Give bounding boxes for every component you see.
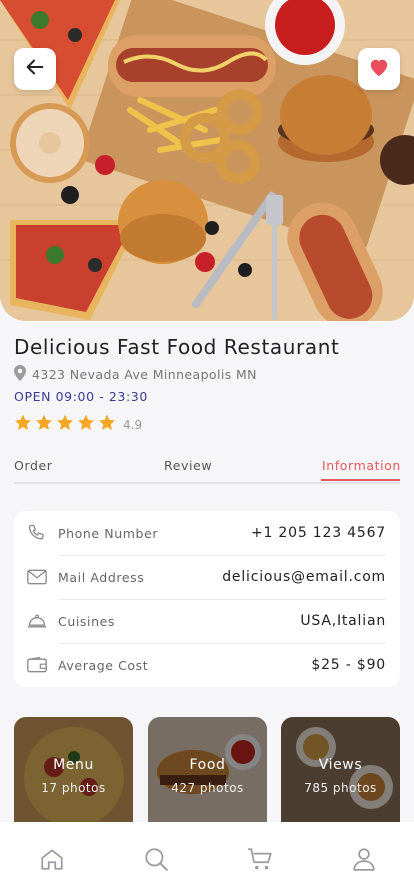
info-row-cuisines: Cuisines USA,Italian xyxy=(26,599,386,643)
opening-hours: OPEN 09:00 - 23:30 xyxy=(14,389,148,404)
location-pin-icon xyxy=(14,364,26,384)
info-label: Phone Number xyxy=(58,525,159,541)
tile-title: Views xyxy=(318,757,363,773)
arrow-left-icon xyxy=(24,56,46,82)
star-icon xyxy=(14,414,32,435)
info-value: +1 205 123 4567 xyxy=(250,525,386,541)
active-tab-indicator xyxy=(321,479,400,481)
hero-image xyxy=(0,0,414,321)
back-button[interactable] xyxy=(14,48,56,90)
tab-order[interactable]: Order xyxy=(14,458,53,473)
info-row-cost: Average Cost $25 - $90 xyxy=(26,643,386,687)
address-row: 4323 Nevada Ave Minneapolis MN xyxy=(14,364,257,384)
tile-count: 17 photos xyxy=(41,781,106,795)
info-value: USA,Italian xyxy=(300,613,386,629)
tile-count: 785 photos xyxy=(304,781,377,795)
tile-title: Food xyxy=(189,757,226,773)
phone-icon xyxy=(26,522,48,544)
address-text: 4323 Nevada Ave Minneapolis MN xyxy=(32,366,257,382)
info-row-phone[interactable]: Phone Number +1 205 123 4567 xyxy=(26,511,386,555)
photo-tile-food[interactable]: Food 427 photos xyxy=(148,717,267,827)
tab-bar: Order Review Information xyxy=(14,456,400,484)
star-icon xyxy=(35,414,53,435)
info-row-mail[interactable]: Mail Address delicious@email.com xyxy=(26,555,386,599)
tab-information[interactable]: Information xyxy=(322,458,401,473)
photo-tile-menu[interactable]: Menu 17 photos xyxy=(14,717,133,827)
heart-icon xyxy=(368,57,390,81)
photo-tile-views[interactable]: Views 785 photos xyxy=(281,717,400,827)
tile-count: 427 photos xyxy=(171,781,244,795)
mail-icon xyxy=(26,566,48,588)
info-value: delicious@email.com xyxy=(222,569,386,585)
star-icon xyxy=(77,414,95,435)
rating: 4.9 xyxy=(14,414,142,435)
info-value: $25 - $90 xyxy=(311,657,386,673)
favorite-button[interactable] xyxy=(358,48,400,90)
star-icon xyxy=(98,414,116,435)
star-icon xyxy=(56,414,74,435)
rating-value: 4.9 xyxy=(123,417,143,432)
info-card: Phone Number +1 205 123 4567 Mail Addres… xyxy=(14,511,400,687)
info-label: Cuisines xyxy=(58,613,116,629)
tile-title: Menu xyxy=(53,757,94,773)
info-label: Mail Address xyxy=(58,569,145,585)
home-icon[interactable] xyxy=(39,846,65,872)
restaurant-name: Delicious Fast Food Restaurant xyxy=(14,335,340,359)
search-icon[interactable] xyxy=(143,846,169,872)
info-label: Average Cost xyxy=(58,657,149,673)
cart-icon[interactable] xyxy=(247,846,273,872)
profile-icon[interactable] xyxy=(351,846,377,872)
wallet-icon xyxy=(26,654,48,676)
bottom-nav xyxy=(0,822,414,896)
cloche-icon xyxy=(26,610,48,632)
tab-review[interactable]: Review xyxy=(164,458,212,473)
